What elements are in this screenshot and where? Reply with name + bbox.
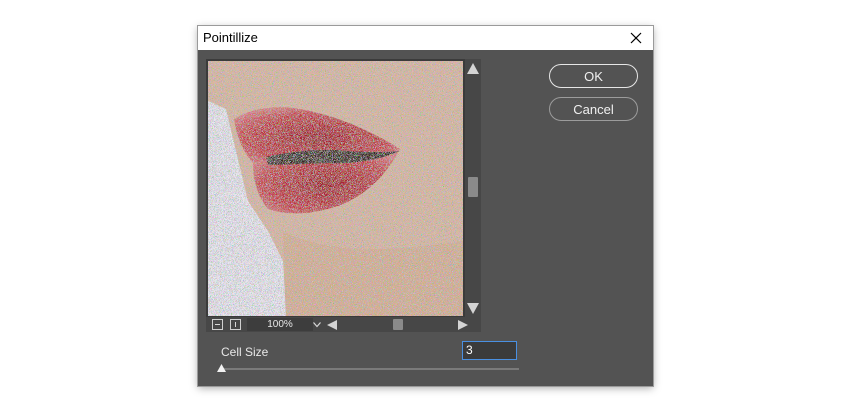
zoom-out-button[interactable] <box>212 319 223 330</box>
cell-size-input[interactable]: 3 <box>462 341 517 360</box>
close-icon <box>630 32 642 44</box>
plus-icon <box>235 322 236 327</box>
cancel-button[interactable]: Cancel <box>549 97 638 121</box>
preview-panel: 100% <box>206 59 481 332</box>
scroll-down-icon[interactable] <box>467 303 479 314</box>
scroll-right-icon[interactable] <box>458 320 468 330</box>
zoom-in-button[interactable] <box>230 319 241 330</box>
dialog-title: Pointillize <box>203 30 258 45</box>
title-bar[interactable]: Pointillize <box>198 26 653 50</box>
cell-size-slider[interactable] <box>221 368 519 370</box>
minus-icon <box>215 324 220 325</box>
cell-size-label: Cell Size <box>221 345 269 359</box>
scroll-up-icon[interactable] <box>467 63 479 74</box>
zoom-dropdown-button[interactable] <box>310 318 323 331</box>
ok-button[interactable]: OK <box>549 64 638 88</box>
vertical-scroll-thumb[interactable] <box>468 177 478 197</box>
preview-vertical-scrollbar[interactable] <box>465 59 481 317</box>
pointillized-lips-image <box>208 61 463 316</box>
horizontal-scroll-thumb[interactable] <box>393 319 403 330</box>
preview-image[interactable] <box>208 61 463 316</box>
chevron-down-icon <box>312 321 321 327</box>
slider-thumb-icon[interactable] <box>217 364 226 372</box>
scroll-left-icon[interactable] <box>327 320 337 330</box>
close-button[interactable] <box>619 26 653 50</box>
zoom-level: 100% <box>247 318 313 331</box>
pointillize-dialog: Pointillize 100% OK Cancel Cell Size 3 <box>198 26 653 386</box>
preview-zoom-bar: 100% <box>206 317 481 332</box>
